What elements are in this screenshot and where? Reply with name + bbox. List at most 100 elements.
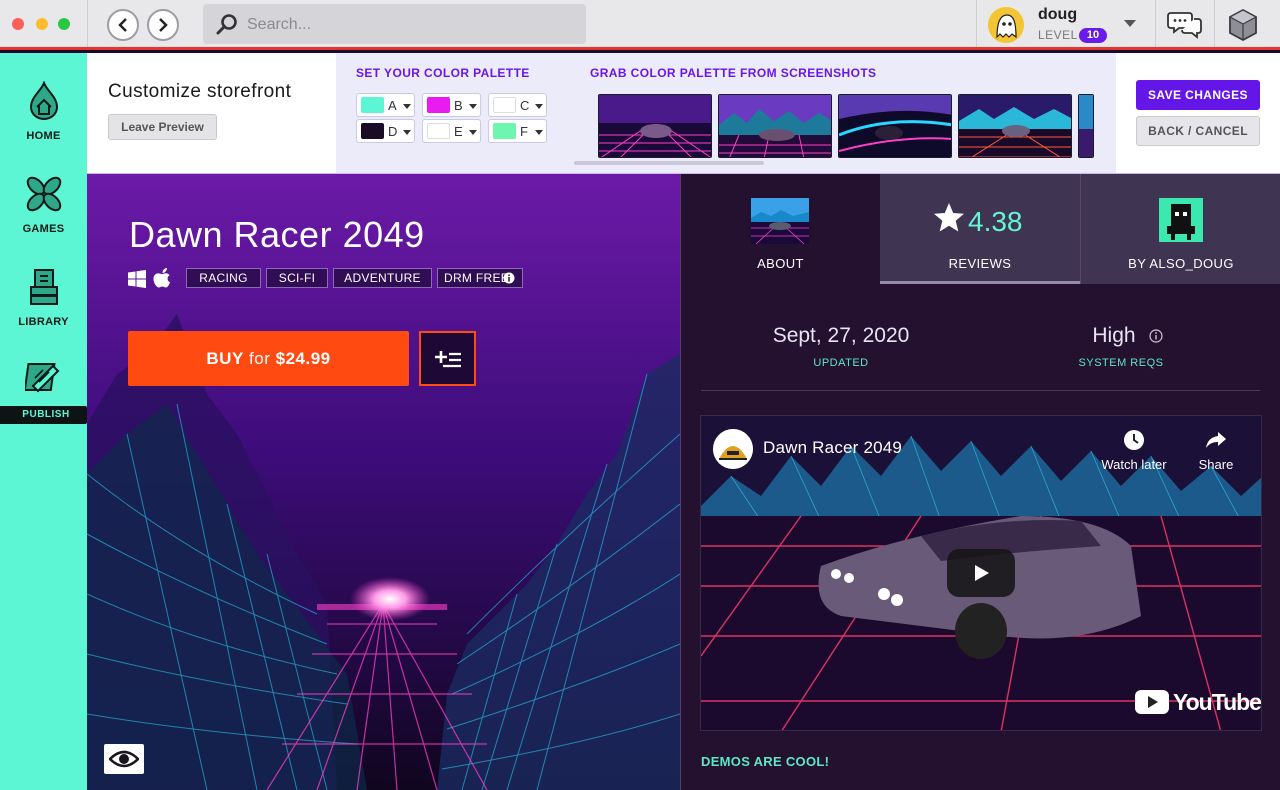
- level-label: LEVEL: [1038, 28, 1078, 42]
- forward-button[interactable]: [147, 9, 179, 41]
- app-window: Search... doug LEVEL 10 HOME GAMES LIBRA…: [0, 0, 1280, 790]
- search-placeholder: Search...: [247, 16, 312, 33]
- swatch-f[interactable]: F: [488, 119, 547, 143]
- save-changes-button[interactable]: SAVE CHANGES: [1136, 80, 1260, 110]
- watch-later-button[interactable]: Watch later: [1097, 428, 1171, 472]
- platform-icons: [128, 267, 174, 289]
- home-drop-icon: [29, 80, 58, 121]
- customize-storefront-bar: Customize storefront Leave Preview SET Y…: [87, 53, 1280, 174]
- screenshot-thumb[interactable]: [1078, 94, 1094, 158]
- sidebar-item-home[interactable]: HOME: [0, 80, 87, 142]
- buy-button[interactable]: BUY for $24.99: [128, 331, 409, 386]
- swatch-chip: [493, 97, 516, 113]
- window-minimize-button[interactable]: [36, 18, 48, 30]
- library-stack-icon: [29, 269, 58, 305]
- youtube-wordmark: YouTube: [1173, 688, 1261, 715]
- tag-drm-free[interactable]: DRM FREE: [437, 268, 523, 288]
- divider: [976, 0, 977, 47]
- divider: [87, 0, 88, 47]
- info-icon[interactable]: [1149, 329, 1163, 343]
- hexagon-logo-icon: [1228, 8, 1258, 42]
- chevron-down-icon: [403, 104, 411, 109]
- chat-button[interactable]: [1167, 9, 1203, 41]
- sysreq-stat: High SYSTEM REQS: [1021, 174, 1221, 390]
- sidebar-item-label: HOME: [26, 130, 61, 142]
- sysreq-value: High: [1021, 324, 1221, 348]
- sysreq-label: SYSTEM REQS: [1078, 357, 1164, 369]
- app-logo-button[interactable]: [1228, 8, 1258, 42]
- swatch-chip: [361, 123, 384, 139]
- divider: [701, 390, 1260, 391]
- divider: [1214, 0, 1215, 47]
- rating-value: 4.38: [968, 206, 1023, 237]
- swatch-b[interactable]: B: [422, 93, 481, 117]
- screenshot-thumb[interactable]: [958, 94, 1072, 158]
- palette-panel: SET YOUR COLOR PALETTE GRAB COLOR PALETT…: [336, 53, 1116, 173]
- swatch-chip: [493, 123, 516, 139]
- back-cancel-button[interactable]: BACK / CANCEL: [1136, 116, 1260, 146]
- chevron-left-icon: [118, 18, 127, 32]
- tag-adventure[interactable]: ADVENTURE: [333, 268, 432, 288]
- screenshot-image: [839, 95, 951, 157]
- tag-sci-fi[interactable]: SCI-FI: [266, 268, 328, 288]
- info-icon: [503, 272, 515, 284]
- palette-heading: SET YOUR COLOR PALETTE: [356, 66, 530, 80]
- clock-icon: [1124, 430, 1144, 450]
- screenshot-thumb[interactable]: [598, 94, 712, 158]
- eye-icon: [109, 750, 139, 768]
- sidebar-item-games[interactable]: GAMES: [0, 174, 87, 235]
- screenshot-image: [599, 95, 711, 157]
- buy-label: BUY: [206, 349, 244, 368]
- play-button[interactable]: [947, 549, 1015, 597]
- tag-racing[interactable]: RACING: [186, 268, 261, 288]
- screenshots-scrollbar[interactable]: [574, 161, 764, 165]
- sidebar-item-publish[interactable]: [0, 360, 87, 401]
- swatch-letter: F: [520, 124, 528, 139]
- swatch-d[interactable]: D: [356, 119, 415, 143]
- game-title: Dawn Racer 2049: [129, 214, 425, 255]
- buy-for-label: for: [249, 349, 271, 368]
- visibility-toggle[interactable]: [104, 744, 144, 774]
- swatch-a[interactable]: A: [356, 93, 415, 117]
- chevron-down-icon: [1124, 20, 1136, 27]
- sidebar-item-library[interactable]: LIBRARY: [0, 267, 87, 328]
- screenshot-image: [1079, 95, 1093, 157]
- swatch-letter: B: [454, 98, 463, 113]
- divider: [1155, 0, 1156, 47]
- swatch-c[interactable]: C: [488, 93, 547, 117]
- share-button[interactable]: Share: [1191, 428, 1241, 472]
- swatch-chip: [427, 97, 450, 113]
- search-input[interactable]: Search...: [203, 4, 586, 44]
- share-arrow-icon: [1206, 432, 1226, 448]
- video-title[interactable]: Dawn Racer 2049: [763, 438, 902, 458]
- back-button[interactable]: [107, 9, 139, 41]
- sysreq-text: High: [1092, 324, 1136, 347]
- games-petal-icon: [26, 176, 61, 212]
- swatch-e[interactable]: E: [422, 119, 481, 143]
- window-zoom-button[interactable]: [58, 18, 70, 30]
- hero-artwork: [87, 314, 680, 790]
- chevron-down-icon: [535, 104, 543, 109]
- windows-icon: [128, 270, 146, 288]
- screenshot-thumb[interactable]: [718, 94, 832, 158]
- swatch-letter: E: [454, 124, 463, 139]
- publish-pencil-icon: [23, 363, 59, 393]
- screenshots-heading: GRAB COLOR PALETTE FROM SCREENSHOTS: [590, 66, 877, 80]
- screenshot-thumb[interactable]: [838, 94, 952, 158]
- window-close-button[interactable]: [12, 18, 24, 30]
- swatch-letter: A: [388, 98, 397, 113]
- youtube-logo[interactable]: YouTube: [1135, 688, 1261, 716]
- swatch-letter: C: [520, 98, 530, 113]
- add-to-list-button[interactable]: [419, 331, 476, 386]
- leave-preview-button[interactable]: Leave Preview: [108, 114, 217, 140]
- channel-logo-icon: [713, 429, 753, 469]
- tag-label: DRM FREE: [444, 271, 510, 285]
- channel-avatar[interactable]: [713, 429, 753, 469]
- swatch-chip: [427, 123, 450, 139]
- chevron-down-icon: [469, 104, 477, 109]
- updated-date: Sept, 27, 2020: [772, 324, 910, 347]
- sidebar-item-label: GAMES: [22, 223, 65, 235]
- share-label: Share: [1198, 457, 1234, 472]
- video-player[interactable]: Dawn Racer 2049 Watch later Share YouTub…: [700, 415, 1262, 731]
- price: $24.99: [275, 349, 331, 368]
